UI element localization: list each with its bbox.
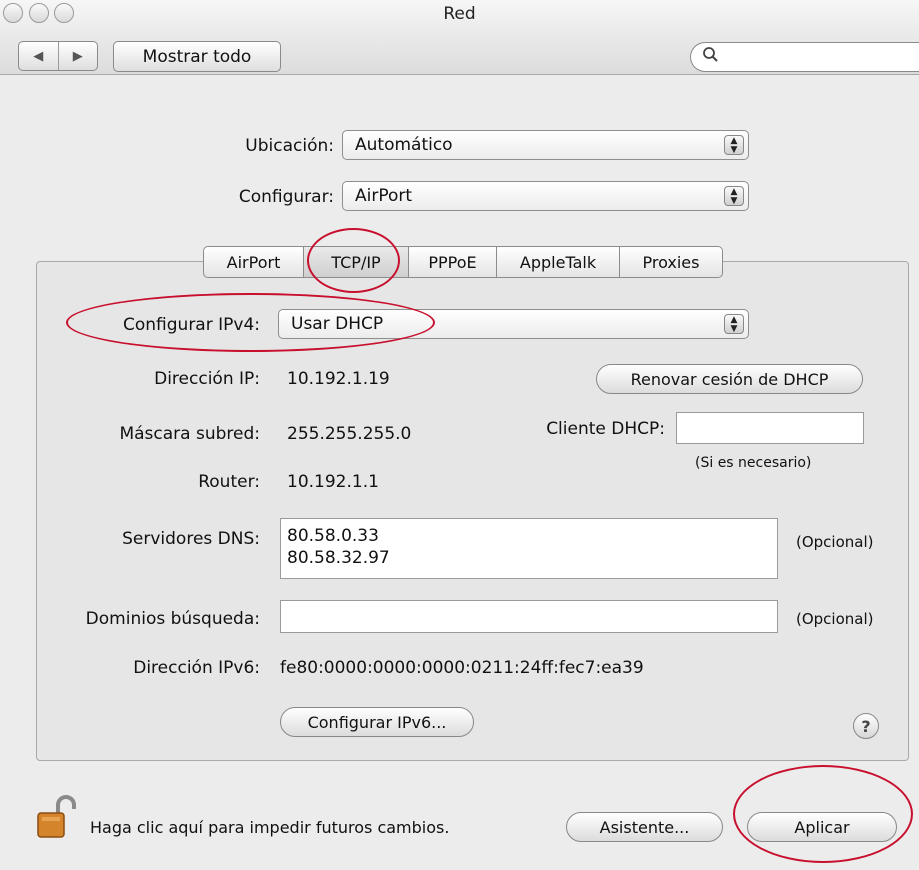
dhcp-client-field[interactable]: [676, 412, 864, 444]
search-icon: [702, 46, 720, 68]
dns-server-entry: 80.58.0.33: [287, 526, 379, 546]
configure-popup[interactable]: AirPort ▲ ▼: [342, 181, 749, 211]
stepper-icon: ▲ ▼: [724, 135, 744, 155]
configure-value: AirPort: [355, 186, 413, 206]
ipv6-address-label: Dirección IPv6:: [133, 658, 260, 678]
tab-bar: AirPort TCP/IP PPPoE AppleTalk Proxies: [203, 246, 723, 278]
tab-proxies[interactable]: Proxies: [620, 247, 722, 277]
search-domains-field[interactable]: [280, 600, 778, 633]
dns-servers-label: Servidores DNS:: [122, 529, 260, 549]
location-popup[interactable]: Automático ▲ ▼: [342, 130, 749, 160]
ip-address-value: 10.192.1.19: [287, 369, 390, 389]
show-all-button[interactable]: Mostrar todo: [113, 41, 281, 72]
dns-servers-field[interactable]: 80.58.0.33 80.58.32.97: [280, 518, 778, 579]
tab-pppoe[interactable]: PPPoE: [409, 247, 497, 277]
location-label: Ubicación:: [245, 136, 334, 156]
ipv6-address-value: fe80:0000:0000:0000:0211:24ff:fec7:ea39: [280, 658, 644, 678]
subnet-mask-value: 255.255.255.0: [287, 424, 412, 444]
renew-dhcp-lease-button[interactable]: Renovar cesión de DHCP: [596, 364, 863, 394]
stepper-icon: ▲ ▼: [724, 314, 744, 334]
apply-button-highlight: [733, 765, 913, 863]
location-value: Automático: [355, 135, 453, 155]
help-icon[interactable]: ?: [853, 713, 879, 739]
dhcp-client-hint: (Si es necesario): [695, 455, 812, 471]
window-title: Red: [443, 4, 476, 24]
stepper-icon: ▲ ▼: [724, 186, 744, 206]
lock-icon[interactable]: [36, 795, 76, 839]
assistant-button[interactable]: Asistente...: [566, 812, 723, 842]
lock-message[interactable]: Haga clic aquí para impedir futuros camb…: [90, 818, 449, 837]
configure-ipv6-button[interactable]: Configurar IPv6...: [280, 707, 474, 737]
forward-arrow-icon[interactable]: ▶: [59, 42, 98, 70]
search-input[interactable]: [690, 42, 919, 72]
back-forward-control[interactable]: ◀ ▶: [18, 41, 98, 71]
search-domains-label: Dominios búsqueda:: [85, 609, 260, 629]
domains-optional-note: (Opcional): [796, 610, 874, 628]
configure-ipv4-highlight: [66, 293, 435, 352]
tab-airport[interactable]: AirPort: [204, 247, 304, 277]
dns-server-entry: 80.58.32.97: [287, 548, 390, 568]
back-arrow-icon[interactable]: ◀: [19, 42, 59, 70]
router-label: Router:: [198, 472, 260, 492]
ip-address-label: Dirección IP:: [154, 369, 260, 389]
configure-label: Configurar:: [238, 187, 334, 207]
subnet-mask-label: Máscara subred:: [119, 424, 260, 444]
tcpip-tab-highlight: [307, 228, 400, 293]
dhcp-client-label: Cliente DHCP:: [546, 419, 665, 439]
dns-optional-note: (Opcional): [796, 533, 874, 551]
tab-appletalk[interactable]: AppleTalk: [497, 247, 620, 277]
router-value: 10.192.1.1: [287, 472, 379, 492]
